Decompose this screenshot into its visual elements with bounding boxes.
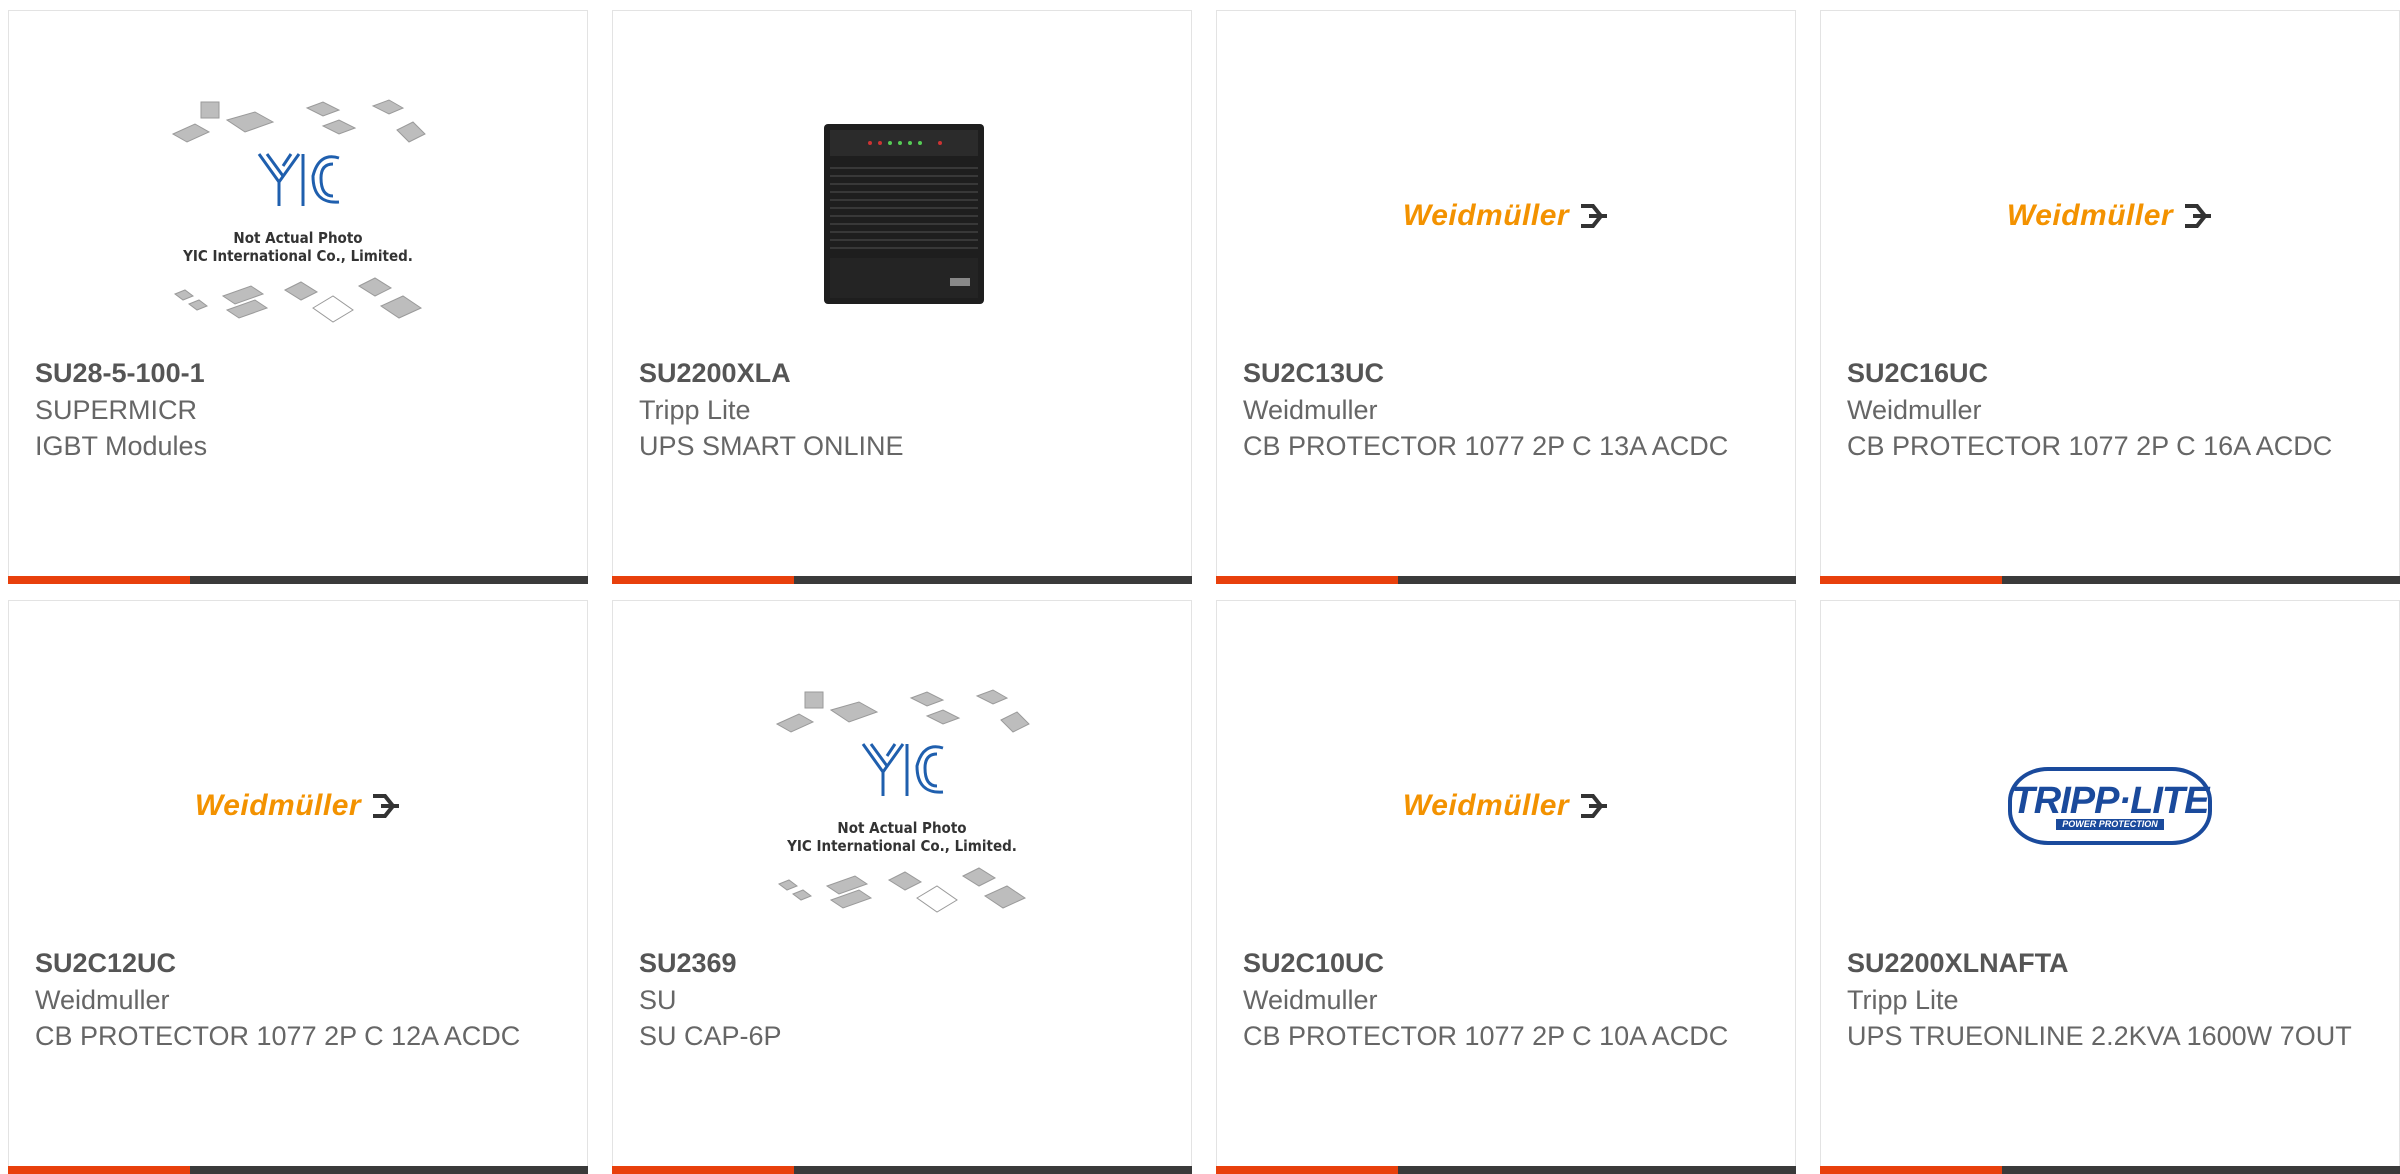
placeholder-line1: Not Actual Photo — [233, 229, 363, 247]
weidmuller-logo: Weidmüller — [1403, 789, 1609, 823]
placeholder-image: Not Actual Photo YIC International Co., … — [163, 96, 433, 336]
product-card[interactable]: SU2200XLA Tripp Lite UPS SMART ONLINE — [612, 10, 1192, 584]
manufacturer: Weidmuller — [35, 985, 170, 1015]
weidmuller-mark-icon — [2185, 204, 2212, 228]
weidmuller-logo: Weidmüller — [195, 789, 401, 823]
product-image[interactable]: TRIPP·LITE POWER PROTECTION — [1821, 671, 2399, 941]
placeholder-line2: YIC International Co., Limited. — [183, 247, 413, 265]
manufacturer: Tripp Lite — [1847, 985, 1959, 1015]
product-grid: Not Actual Photo YIC International Co., … — [0, 0, 2400, 1174]
part-number[interactable]: SU2C13UC — [1243, 355, 1775, 392]
description: CB PROTECTOR 1077 2P C 10A ACDC — [1243, 1021, 1729, 1051]
card-accent — [1820, 1166, 2002, 1174]
card-accent — [1216, 576, 1398, 584]
card-accent — [1820, 576, 2002, 584]
weidmuller-logo-text: Weidmüller — [2006, 199, 2174, 232]
manufacturer: Weidmuller — [1243, 395, 1378, 425]
product-card[interactable]: Weidmüller SU2C16UC Weidmuller CB PROTEC… — [1820, 10, 2400, 584]
product-card[interactable]: Not Actual Photo YIC International Co., … — [8, 10, 588, 584]
placeholder-caption: Not Actual Photo YIC International Co., … — [767, 819, 1037, 855]
card-bottom-bar — [8, 576, 588, 584]
weidmuller-mark-icon — [1581, 794, 1608, 818]
card-bottom-bar — [1820, 1166, 2400, 1174]
product-image[interactable]: Weidmüller — [1217, 81, 1795, 351]
chip-icons — [171, 99, 426, 323]
ups-photo — [824, 124, 984, 304]
manufacturer: SU — [639, 985, 677, 1015]
card-bottom-bar — [1820, 576, 2400, 584]
weidmuller-logo: Weidmüller — [2007, 199, 2213, 233]
manufacturer: Tripp Lite — [639, 395, 751, 425]
card-bottom-bar — [612, 1166, 1192, 1174]
manufacturer: SUPERMICR — [35, 395, 198, 425]
weidmuller-mark-icon — [1581, 204, 1608, 228]
product-image[interactable] — [613, 81, 1191, 351]
weidmuller-logo-text: Weidmüller — [1402, 199, 1570, 232]
manufacturer: Weidmuller — [1847, 395, 1982, 425]
description: CB PROTECTOR 1077 2P C 16A ACDC — [1847, 431, 2333, 461]
description: SU CAP-6P — [639, 1021, 782, 1051]
card-bottom-bar — [1216, 576, 1796, 584]
description: IGBT Modules — [35, 431, 208, 461]
product-image[interactable]: Weidmüller — [1821, 81, 2399, 351]
placeholder-image: Not Actual Photo YIC International Co., … — [767, 686, 1037, 926]
weidmuller-logo: Weidmüller — [1403, 199, 1609, 233]
description: UPS SMART ONLINE — [639, 431, 904, 461]
product-card[interactable]: Weidmüller SU2C12UC Weidmuller CB PROTEC… — [8, 600, 588, 1174]
placeholder-line1: Not Actual Photo — [837, 819, 967, 837]
tripplite-logo: TRIPP·LITE POWER PROTECTION — [2008, 767, 2212, 845]
product-image[interactable]: Not Actual Photo YIC International Co., … — [9, 81, 587, 351]
card-accent — [8, 576, 190, 584]
tripplite-logo-text: TRIPP·LITE — [2011, 779, 2210, 822]
chip-icons — [775, 689, 1030, 913]
tripplite-logo-subtext: POWER PROTECTION — [2056, 818, 2164, 830]
card-accent — [8, 1166, 190, 1174]
part-number[interactable]: SU2200XLNAFTA — [1847, 945, 2379, 982]
part-number[interactable]: SU2200XLA — [639, 355, 1171, 392]
product-image[interactable]: Weidmüller — [1217, 671, 1795, 941]
product-card[interactable]: Weidmüller SU2C10UC Weidmuller CB PROTEC… — [1216, 600, 1796, 1174]
description: CB PROTECTOR 1077 2P C 13A ACDC — [1243, 431, 1729, 461]
part-number[interactable]: SU2C10UC — [1243, 945, 1775, 982]
part-number[interactable]: SU2369 — [639, 945, 1171, 982]
placeholder-caption: Not Actual Photo YIC International Co., … — [163, 229, 433, 265]
description: CB PROTECTOR 1077 2P C 12A ACDC — [35, 1021, 521, 1051]
product-card[interactable]: Not Actual Photo YIC International Co., … — [612, 600, 1192, 1174]
card-bottom-bar — [8, 1166, 588, 1174]
product-image[interactable]: Weidmüller — [9, 671, 587, 941]
weidmuller-mark-icon — [373, 794, 400, 818]
manufacturer: Weidmuller — [1243, 985, 1378, 1015]
product-card[interactable]: Weidmüller SU2C13UC Weidmuller CB PROTEC… — [1216, 10, 1796, 584]
product-image[interactable]: Not Actual Photo YIC International Co., … — [613, 671, 1191, 941]
card-accent — [1216, 1166, 1398, 1174]
card-bottom-bar — [1216, 1166, 1796, 1174]
description: UPS TRUEONLINE 2.2KVA 1600W 7OUT — [1847, 1021, 2352, 1051]
part-number[interactable]: SU2C12UC — [35, 945, 567, 982]
weidmuller-logo-text: Weidmüller — [194, 789, 362, 822]
part-number[interactable]: SU2C16UC — [1847, 355, 2379, 392]
card-bottom-bar — [612, 576, 1192, 584]
weidmuller-logo-text: Weidmüller — [1402, 789, 1570, 822]
placeholder-line2: YIC International Co., Limited. — [787, 837, 1017, 855]
card-accent — [612, 1166, 794, 1174]
card-accent — [612, 576, 794, 584]
product-card[interactable]: TRIPP·LITE POWER PROTECTION SU2200XLNAFT… — [1820, 600, 2400, 1174]
part-number[interactable]: SU28-5-100-1 — [35, 355, 567, 392]
